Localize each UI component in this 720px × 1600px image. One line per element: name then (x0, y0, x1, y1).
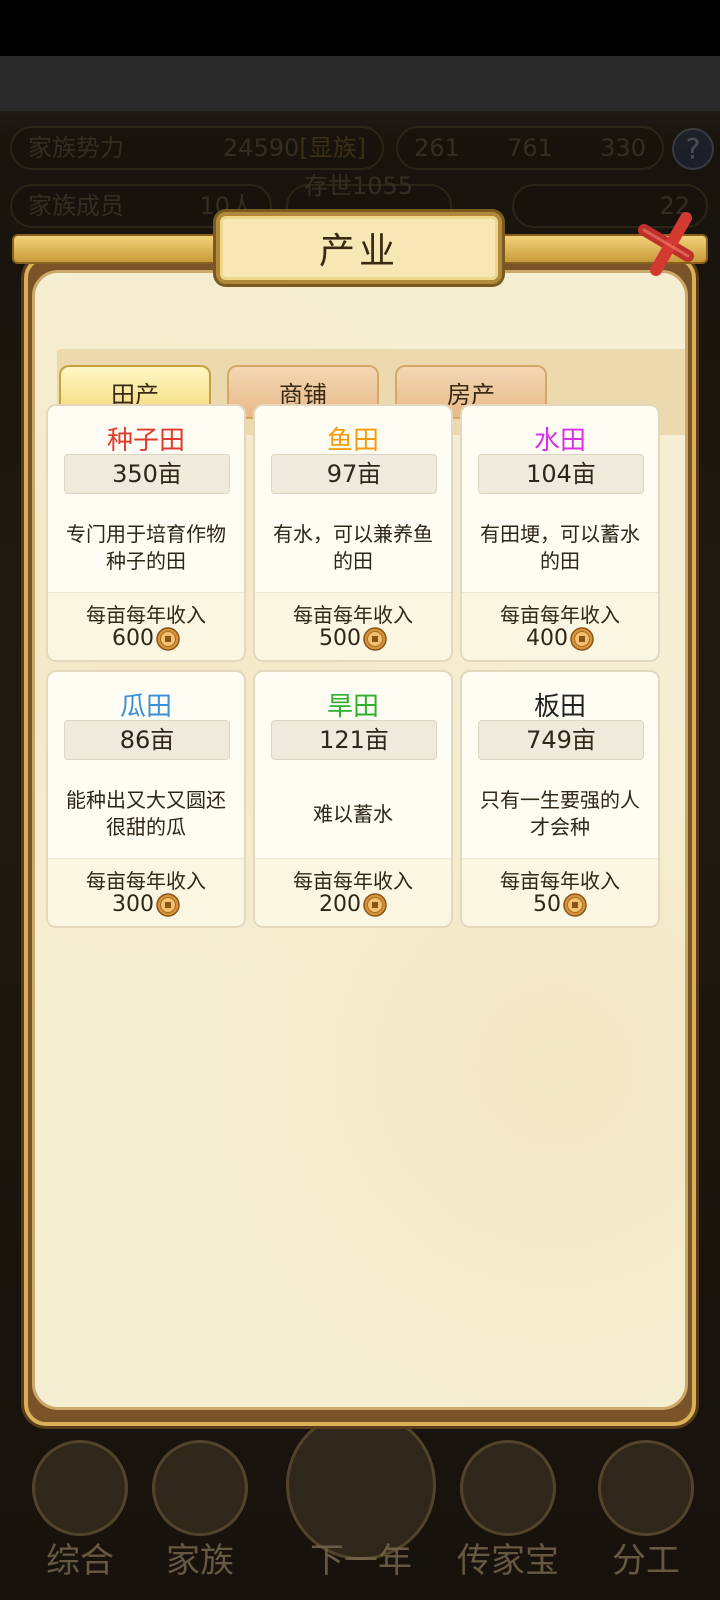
nav-next-year[interactable]: 下一年 (286, 1410, 436, 1600)
field-card[interactable]: 瓜田 86亩能种出又大又圆还很甜的瓜每亩每年收入 300 (46, 670, 246, 928)
copper-coin-icon (156, 626, 180, 651)
field-card[interactable]: 鱼田 97亩有水，可以兼养鱼的田每亩每年收入 500 (253, 404, 453, 662)
income-label: 每亩每年收入 (293, 869, 413, 893)
field-income: 每亩每年收入 600 (48, 592, 244, 660)
field-card[interactable]: 种子田 350亩专门用于培育作物种子的田每亩每年收入 600 (46, 404, 246, 662)
field-name: 鱼田 (326, 426, 379, 456)
nav-heirloom-label: 传家宝 (457, 1541, 559, 1581)
copper-coin-icon (363, 892, 387, 917)
nav-clan-label: 家族 (166, 1541, 234, 1581)
nav-general[interactable]: 综合 (20, 1430, 140, 1600)
field-description: 能种出又大又圆还很甜的瓜 (66, 788, 226, 839)
income-row: 500 (255, 626, 451, 651)
field-name: 旱田 (326, 692, 379, 722)
close-icon (638, 212, 694, 276)
field-area: 97亩 (271, 454, 437, 494)
nav-division-label: 分工 (612, 1541, 680, 1581)
income-value: 300 (112, 892, 154, 917)
copper-coin-icon (363, 626, 387, 651)
income-row: 200 (255, 892, 451, 917)
field-description: 专门用于培育作物种子的田 (66, 522, 226, 573)
field-card[interactable]: 板田 749亩只有一生要强的人才会种每亩每年收入 50 (460, 670, 660, 928)
field-description: 有水，可以兼养鱼的田 (273, 522, 433, 573)
status-bar (0, 0, 720, 56)
field-description: 只有一生要强的人才会种 (480, 788, 640, 839)
jade-icon (460, 1440, 556, 1536)
field-income: 每亩每年收入 50 (462, 858, 658, 926)
field-name: 种子田 (106, 426, 185, 456)
scroll-icon (32, 1440, 128, 1536)
copper-coin-icon (563, 892, 587, 917)
income-value: 600 (112, 626, 154, 651)
copper-coin-icon (156, 892, 180, 917)
income-label: 每亩每年收入 (293, 603, 413, 627)
income-label: 每亩每年收入 (500, 603, 620, 627)
nav-next-year-label: 下一年 (310, 1541, 412, 1581)
nav-heirloom[interactable]: 传家宝 (448, 1430, 568, 1600)
field-income: 每亩每年收入 400 (462, 592, 658, 660)
income-row: 600 (48, 626, 244, 651)
people-icon (598, 1440, 694, 1536)
income-row: 50 (462, 892, 658, 917)
house-icon (152, 1440, 248, 1536)
close-button[interactable] (632, 208, 702, 278)
field-name: 水田 (533, 426, 586, 456)
field-area: 350亩 (64, 454, 230, 494)
modal-title-plate: 产业 (216, 212, 502, 284)
field-income: 每亩每年收入 300 (48, 858, 244, 926)
nav-general-label: 综合 (46, 1541, 114, 1581)
field-name: 瓜田 (119, 692, 172, 722)
income-value: 50 (533, 892, 561, 917)
nav-clan[interactable]: 家族 (140, 1430, 260, 1600)
field-card[interactable]: 水田 104亩有田埂，可以蓄水的田每亩每年收入 400 (460, 404, 660, 662)
field-area: 749亩 (478, 720, 644, 760)
field-card[interactable]: 旱田 121亩难以蓄水每亩每年收入 200 (253, 670, 453, 928)
field-description: 难以蓄水 (313, 801, 393, 826)
field-area: 104亩 (478, 454, 644, 494)
income-row: 300 (48, 892, 244, 917)
field-description: 有田埂，可以蓄水的田 (480, 522, 640, 573)
modal-title: 产业 (318, 231, 399, 272)
income-row: 400 (462, 626, 658, 651)
bottom-nav: 综合 家族 下一年 传家宝 分工 (0, 1410, 720, 1600)
income-value: 500 (319, 626, 361, 651)
copper-coin-icon (570, 626, 594, 651)
field-income: 每亩每年收入 200 (255, 858, 451, 926)
field-income: 每亩每年收入 500 (255, 592, 451, 660)
income-label: 每亩每年收入 (86, 603, 206, 627)
income-label: 每亩每年收入 (500, 869, 620, 893)
field-area: 121亩 (271, 720, 437, 760)
income-value: 200 (319, 892, 361, 917)
field-area: 86亩 (64, 720, 230, 760)
nav-division[interactable]: 分工 (586, 1430, 706, 1600)
field-name: 板田 (533, 692, 586, 722)
income-value: 400 (526, 626, 568, 651)
income-label: 每亩每年收入 (86, 869, 206, 893)
